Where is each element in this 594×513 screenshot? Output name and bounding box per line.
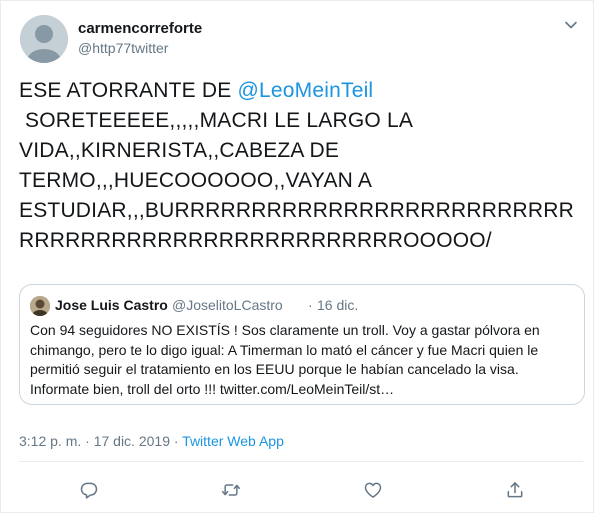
quoted-separator: · — [308, 297, 313, 313]
quoted-tweet[interactable]: Jose Luis Castro @JoselitoLCastro · 16 d… — [19, 284, 585, 405]
quoted-author-handle: @JoselitoLCastro — [172, 297, 283, 313]
heart-icon — [364, 482, 382, 498]
retweet-button[interactable] — [219, 478, 243, 502]
tweet-card: carmencorreforte @http77twitter ESE ATOR… — [0, 0, 594, 513]
like-button[interactable] — [361, 478, 385, 502]
retweet-icon — [221, 484, 241, 496]
tweet-timestamp[interactable]: 3:12 p. m. · 17 dic. 2019 · — [19, 433, 182, 449]
author-avatar[interactable] — [20, 15, 68, 63]
tweet-text: ESE ATORRANTE DE @LeoMeinTeil SORETEEEEE… — [19, 76, 584, 256]
reply-icon — [80, 482, 98, 499]
tweet-source[interactable]: Twitter Web App — [182, 433, 284, 449]
divider — [19, 461, 583, 462]
quoted-author-name: Jose Luis Castro — [55, 297, 168, 313]
reply-button[interactable] — [77, 478, 101, 502]
share-button[interactable] — [503, 478, 527, 502]
author-handle[interactable]: @http77twitter — [78, 40, 168, 56]
chevron-down-icon[interactable] — [563, 17, 579, 33]
quoted-tweet-text: Con 94 seguidores NO EXISTÍS ! Sos clara… — [30, 322, 540, 397]
tweet-text-after: SORETEEEEE,,,,,MACRI LE LARGO LA VIDA,,K… — [19, 109, 574, 252]
share-icon — [507, 482, 523, 498]
mention-link[interactable]: @LeoMeinTeil — [238, 79, 374, 102]
quoted-author-avatar — [30, 296, 50, 316]
author-display-name[interactable]: carmencorreforte — [78, 20, 202, 37]
tweet-text-before: ESE ATORRANTE DE — [19, 79, 238, 102]
tweet-meta: 3:12 p. m. · 17 dic. 2019 · Twitter Web … — [19, 433, 284, 449]
quoted-date: 16 dic. — [317, 297, 359, 313]
